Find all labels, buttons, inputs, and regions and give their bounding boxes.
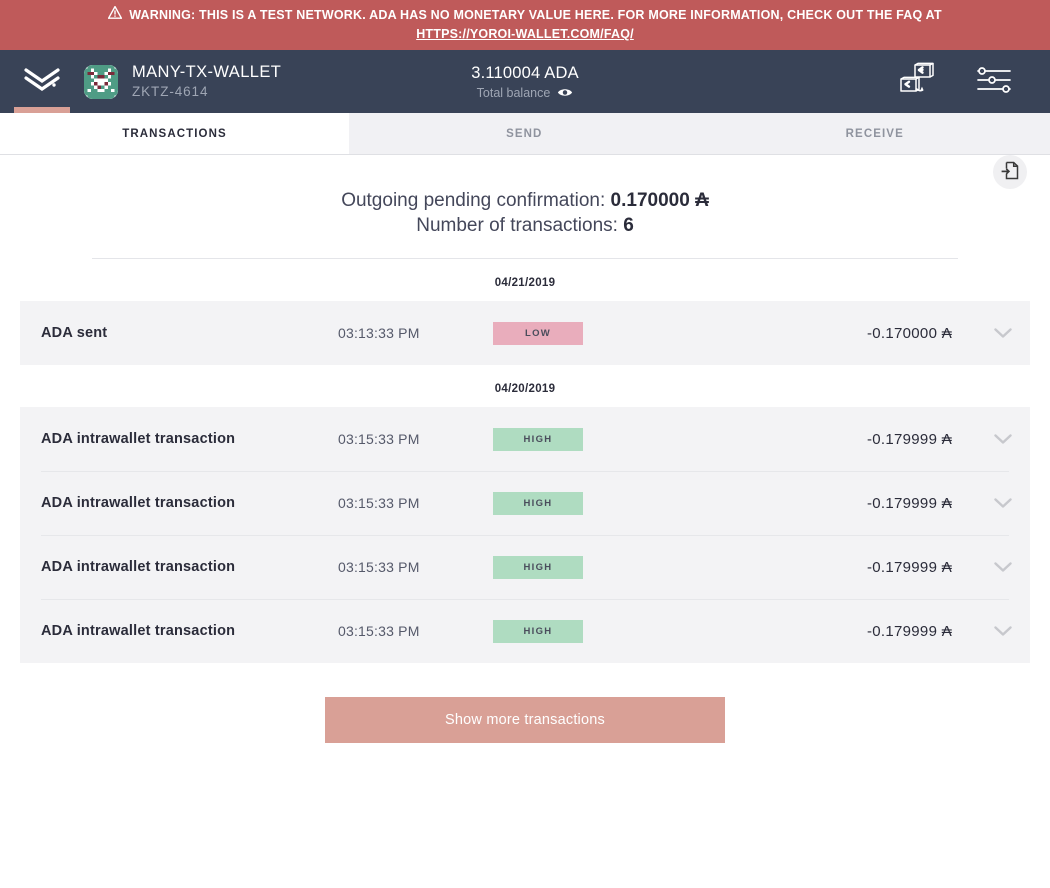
transactions-count-line: Number of transactions: 6: [0, 213, 1050, 238]
total-balance-label: Total balance: [476, 85, 551, 100]
transaction-status-cell: HIGH: [493, 555, 743, 579]
transaction-amount-value: -0.179999: [866, 622, 938, 640]
pending-label: Outgoing pending confirmation:: [341, 190, 606, 211]
tab-transactions[interactable]: TRANSACTIONS: [0, 113, 349, 154]
transactions-summary: Outgoing pending confirmation: 0.170000 …: [0, 155, 1050, 260]
export-transactions-icon: [1001, 161, 1020, 184]
transaction-time: 03:15:33 PM: [338, 431, 420, 448]
transaction-amount-value: -0.179999: [866, 494, 938, 512]
transactions-date-header: 04/20/2019: [494, 383, 556, 396]
total-balance-amount: 3.110004 ADA: [471, 63, 579, 82]
yoroi-logo-icon: [24, 67, 60, 97]
chevron-down-icon[interactable]: [976, 433, 1030, 445]
status-badge: HIGH: [493, 555, 583, 579]
table-row[interactable]: ADA intrawallet transaction 03:15:33 PM …: [20, 471, 1030, 535]
chevron-down-icon[interactable]: [976, 625, 1030, 637]
transaction-currency-symbol: ₳: [941, 622, 952, 640]
wallet-summary[interactable]: MANY-TX-WALLET ZKTZ-4614: [84, 62, 281, 102]
transaction-status-cell: LOW: [493, 321, 743, 345]
status-badge: HIGH: [493, 619, 583, 643]
transaction-time: 03:15:33 PM: [338, 623, 420, 640]
transaction-amount-value: -0.179999: [866, 558, 938, 576]
wallet-tabs: TRANSACTIONS SEND RECEIVE: [0, 113, 1050, 155]
transaction-time: 03:13:33 PM: [338, 325, 420, 342]
status-badge: HIGH: [493, 427, 583, 451]
count-label: Number of transactions:: [416, 215, 618, 237]
transaction-status-cell: HIGH: [493, 491, 743, 515]
transaction-type: ADA intrawallet transaction: [41, 559, 236, 576]
show-more-transactions-button[interactable]: Show more transactions: [325, 697, 725, 744]
chevron-down-icon[interactable]: [976, 561, 1030, 573]
wallet-identicon: [84, 64, 118, 99]
transaction-amount: -0.179999 ₳: [743, 559, 976, 576]
tab-receive[interactable]: RECEIVE: [699, 113, 1050, 154]
warning-triangle-icon: [107, 4, 123, 25]
pending-amount: 0.170000: [610, 190, 690, 211]
export-transactions-button[interactable]: [993, 155, 1027, 189]
total-balance-label-row: Total balance: [477, 86, 574, 100]
faq-link[interactable]: HTTPS://YOROI-WALLET.COM/FAQ/: [416, 25, 634, 44]
table-row[interactable]: ADA sent 03:13:33 PM LOW -0.170000 ₳: [20, 301, 1030, 365]
navbar-actions: [896, 60, 1050, 104]
transaction-type: ADA intrawallet transaction: [41, 431, 236, 448]
sidebar-active-indicator: [14, 107, 70, 113]
show-more-wrapper: Show more transactions: [0, 663, 1050, 744]
chevron-down-icon[interactable]: [976, 497, 1030, 509]
transaction-currency-symbol: ₳: [941, 494, 952, 512]
pending-currency-symbol: ₳: [695, 190, 709, 211]
transaction-amount-value: -0.170000: [866, 324, 938, 342]
summary-text-block: Outgoing pending confirmation: 0.170000 …: [0, 188, 1050, 238]
transaction-time: 03:15:33 PM: [338, 495, 420, 512]
count-value: 6: [623, 215, 634, 237]
transactions-panel: Outgoing pending confirmation: 0.170000 …: [0, 155, 1050, 888]
table-row[interactable]: ADA intrawallet transaction 03:15:33 PM …: [20, 407, 1030, 471]
wallet-name: MANY-TX-WALLET: [132, 62, 282, 81]
summary-divider: [92, 258, 958, 260]
transaction-amount: -0.170000 ₳: [743, 325, 976, 342]
tab-send[interactable]: SEND: [349, 113, 700, 154]
top-navbar: MANY-TX-WALLET ZKTZ-4614 3.110004 ADA To…: [0, 50, 1050, 113]
table-row[interactable]: ADA intrawallet transaction 03:15:33 PM …: [20, 535, 1030, 599]
test-network-warning-banner: WARNING: THIS IS A TEST NETWORK. ADA HAS…: [0, 0, 1050, 50]
warning-text: WARNING: THIS IS A TEST NETWORK. ADA HAS…: [129, 7, 942, 22]
wallet-plate-id: ZKTZ-4614: [132, 84, 209, 100]
transaction-time: 03:15:33 PM: [338, 559, 420, 576]
wallet-switch-icon: [898, 62, 938, 101]
transaction-type: ADA intrawallet transaction: [41, 623, 236, 640]
transaction-type: ADA sent: [41, 325, 108, 342]
transactions-date-header: 04/21/2019: [494, 277, 556, 290]
eye-icon[interactable]: [557, 87, 573, 98]
wallet-switch-button[interactable]: [896, 60, 940, 104]
transaction-amount: -0.179999 ₳: [743, 495, 976, 512]
sidebar-logo-slot[interactable]: [0, 50, 84, 113]
transaction-currency-symbol: ₳: [941, 558, 952, 576]
transactions-group: ADA sent 03:13:33 PM LOW -0.170000 ₳: [20, 301, 1030, 366]
transaction-currency-symbol: ₳: [941, 430, 952, 448]
transaction-amount: -0.179999 ₳: [743, 431, 976, 448]
status-badge: LOW: [493, 321, 583, 345]
transactions-group: ADA intrawallet transaction 03:15:33 PM …: [20, 407, 1030, 664]
transaction-currency-symbol: ₳: [941, 324, 952, 342]
transaction-type: ADA intrawallet transaction: [41, 495, 236, 512]
pending-confirmation-line: Outgoing pending confirmation: 0.170000 …: [0, 188, 1050, 213]
status-badge: HIGH: [493, 491, 583, 515]
transaction-amount: -0.179999 ₳: [743, 623, 976, 640]
chevron-down-icon[interactable]: [976, 327, 1030, 339]
transaction-amount-value: -0.179999: [866, 430, 938, 448]
transaction-status-cell: HIGH: [493, 619, 743, 643]
settings-sliders-icon: [977, 67, 1011, 96]
table-row[interactable]: ADA intrawallet transaction 03:15:33 PM …: [20, 599, 1030, 663]
transaction-status-cell: HIGH: [493, 427, 743, 451]
settings-button[interactable]: [972, 60, 1016, 104]
